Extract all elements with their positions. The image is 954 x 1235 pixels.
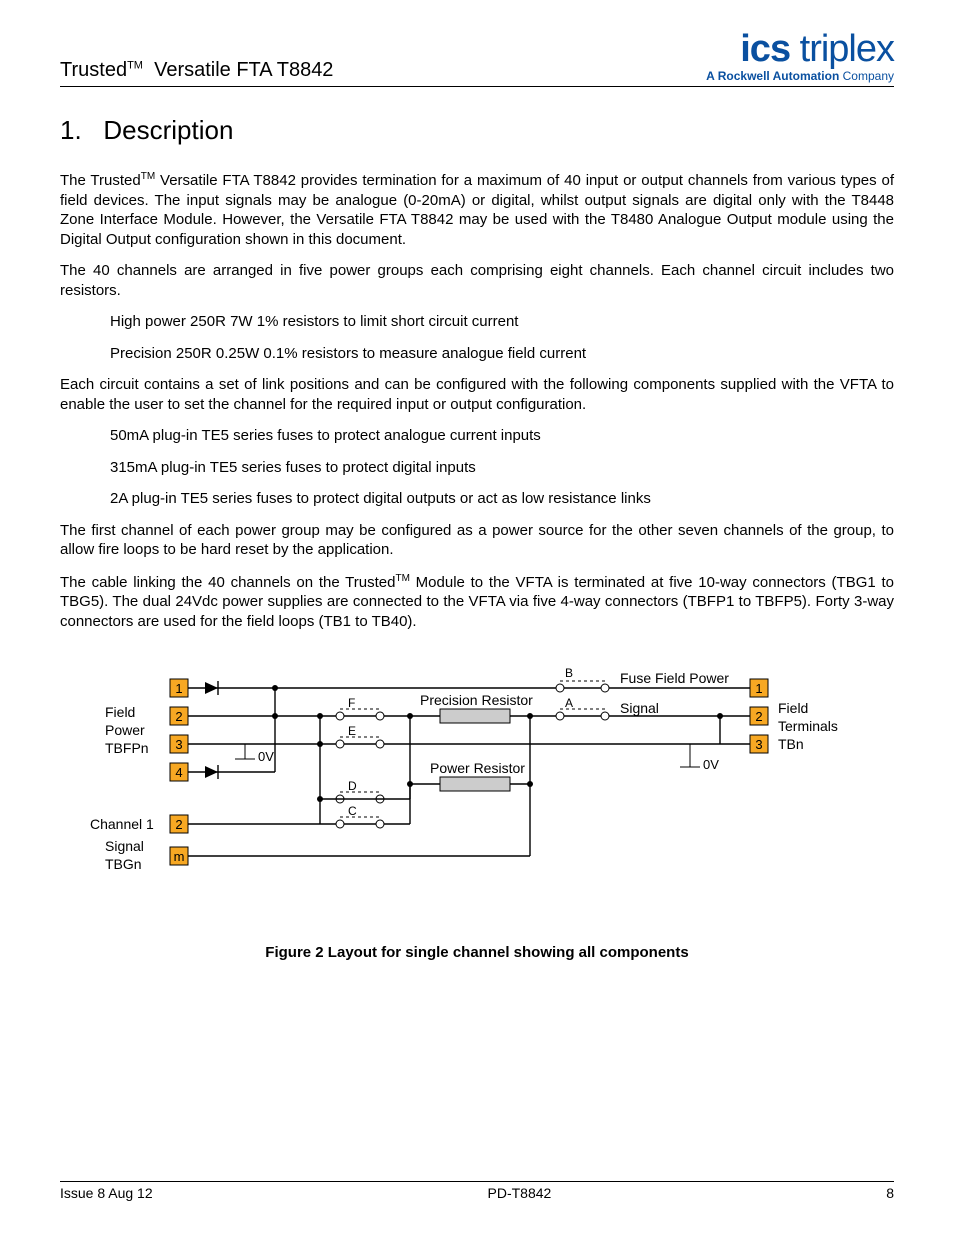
svg-text:3: 3 xyxy=(755,737,762,752)
footer-left: Issue 8 Aug 12 xyxy=(60,1185,153,1201)
bullet-4: 315mA plug-in TE5 series fuses to protec… xyxy=(110,458,894,478)
svg-text:Field: Field xyxy=(105,704,135,720)
svg-text:m: m xyxy=(174,849,185,864)
svg-text:2: 2 xyxy=(175,817,182,832)
svg-text:F: F xyxy=(348,696,355,710)
svg-text:Terminals: Terminals xyxy=(778,718,838,734)
svg-text:Channel 1: Channel 1 xyxy=(90,816,154,832)
section-heading: 1. Description xyxy=(60,115,894,146)
svg-text:1: 1 xyxy=(175,681,182,696)
page-header: TrustedTM Versatile FTA T8842 ics triple… xyxy=(60,30,894,87)
svg-text:Precision Resistor: Precision Resistor xyxy=(420,692,533,708)
para-3: Each circuit contains a set of link posi… xyxy=(60,375,894,414)
svg-text:Power: Power xyxy=(105,722,145,738)
svg-text:Signal: Signal xyxy=(105,838,144,854)
page-footer: Issue 8 Aug 12 PD-T8842 8 xyxy=(60,1181,894,1201)
svg-text:E: E xyxy=(348,724,356,738)
svg-text:A: A xyxy=(565,696,573,710)
logo-sub: A Rockwell Automation Company xyxy=(706,70,894,82)
logo-sub-rest: Company xyxy=(839,69,894,83)
svg-text:2: 2 xyxy=(755,709,762,724)
para-4: The first channel of each power group ma… xyxy=(60,521,894,560)
figure-2: 1 2 3 4 Field Power TBFPn Channel 1 2 Si… xyxy=(60,659,894,961)
logo-ics: ics xyxy=(740,28,790,70)
svg-text:2: 2 xyxy=(175,709,182,724)
tm-inline: TM xyxy=(141,171,155,182)
body-content: The TrustedTM Versatile FTA T8842 provid… xyxy=(60,170,894,631)
logo-main: ics triplex xyxy=(706,30,894,68)
bullet-5: 2A plug-in TE5 series fuses to protect d… xyxy=(110,489,894,509)
circuit-diagram: 1 2 3 4 Field Power TBFPn Channel 1 2 Si… xyxy=(60,659,890,919)
section-number: 1. xyxy=(60,115,82,145)
svg-text:Field: Field xyxy=(778,700,808,716)
para-1b: Versatile FTA T8842 provides termination… xyxy=(60,172,894,248)
svg-text:3: 3 xyxy=(175,737,182,752)
svg-text:0V: 0V xyxy=(703,757,719,772)
para-5a: The cable linking the 40 channels on the… xyxy=(60,574,395,591)
tm-inline-2: TM xyxy=(395,573,409,584)
footer-right: 8 xyxy=(886,1185,894,1201)
para-2: The 40 channels are arranged in five pow… xyxy=(60,261,894,300)
bullet-3: 50mA plug-in TE5 series fuses to protect… xyxy=(110,426,894,446)
svg-text:Signal: Signal xyxy=(620,700,659,716)
trademark: TM xyxy=(127,59,143,71)
para-1a: The Trusted xyxy=(60,172,141,189)
svg-text:TBGn: TBGn xyxy=(105,856,142,872)
svg-text:D: D xyxy=(348,779,357,793)
svg-text:TBn: TBn xyxy=(778,736,804,752)
logo-sub-bold: A Rockwell Automation xyxy=(706,69,839,83)
svg-text:C: C xyxy=(348,804,357,818)
bullet-2: Precision 250R 0.25W 0.1% resistors to m… xyxy=(110,344,894,364)
svg-text:4: 4 xyxy=(175,765,182,780)
bullet-1: High power 250R 7W 1% resistors to limit… xyxy=(110,312,894,332)
header-product: TrustedTM Versatile FTA T8842 xyxy=(60,59,333,82)
logo: ics triplex A Rockwell Automation Compan… xyxy=(706,30,894,82)
svg-text:0V: 0V xyxy=(258,749,274,764)
svg-text:B: B xyxy=(565,666,573,680)
footer-center: PD-T8842 xyxy=(488,1185,552,1201)
svg-text:1: 1 xyxy=(755,681,762,696)
figure-caption: Figure 2 Layout for single channel showi… xyxy=(60,944,894,961)
logo-triplex: triplex xyxy=(790,28,894,70)
product-line: Trusted xyxy=(60,59,127,81)
para-5: The cable linking the 40 channels on the… xyxy=(60,572,894,632)
svg-text:Power Resistor: Power Resistor xyxy=(430,760,525,776)
para-1: The TrustedTM Versatile FTA T8842 provid… xyxy=(60,170,894,249)
section-title: Description xyxy=(103,115,233,145)
svg-text:TBFPn: TBFPn xyxy=(105,740,149,756)
svg-text:Fuse Field Power: Fuse Field Power xyxy=(620,670,729,686)
terminal-group-left: 1 2 3 4 xyxy=(170,679,188,781)
product-name: Versatile FTA T8842 xyxy=(154,59,333,81)
